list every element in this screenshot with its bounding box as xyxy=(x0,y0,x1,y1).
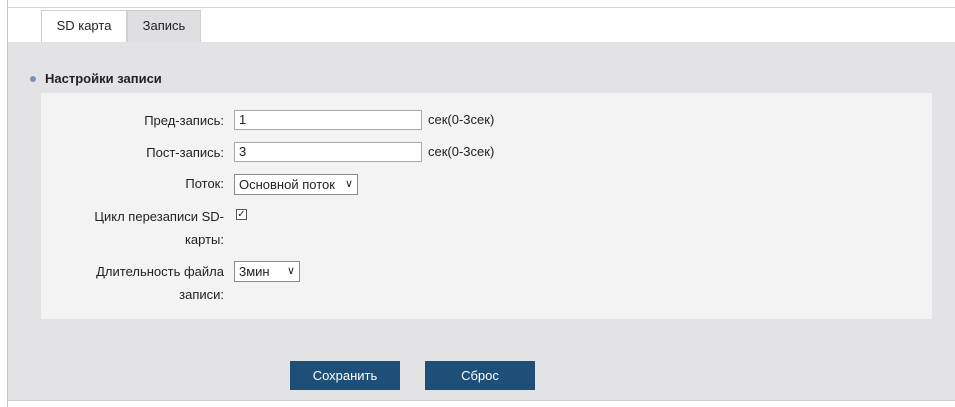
frame-top-border xyxy=(7,7,955,8)
reset-button[interactable]: Сброс xyxy=(425,361,535,390)
stream-select-value: Основной поток xyxy=(239,177,335,192)
chevron-down-icon: ∨ xyxy=(344,178,353,190)
file-length-label-line2: записи: xyxy=(179,287,224,302)
file-length-select-value: 3мин xyxy=(239,264,270,279)
post-record-unit: сек(0-3сек) xyxy=(428,144,495,159)
overwrite-checkbox[interactable]: ✓ xyxy=(236,209,247,220)
pre-record-label: Пред-запись: xyxy=(144,113,224,128)
pre-record-input[interactable]: 1 xyxy=(234,110,422,130)
bottom-divider xyxy=(7,400,955,401)
file-length-select[interactable]: 3мин ∨ xyxy=(234,261,300,282)
tab-sd-card[interactable]: SD карта xyxy=(41,10,127,42)
overwrite-label-line2: карты: xyxy=(184,232,224,247)
file-length-label-line1: Длительность файла xyxy=(96,264,224,279)
chevron-down-icon: ∨ xyxy=(286,265,295,277)
overwrite-label-line1: Цикл перезаписи SD- xyxy=(94,209,224,224)
pre-record-unit: сек(0-3сек) xyxy=(428,112,495,127)
tab-record[interactable]: Запись xyxy=(127,10,201,42)
post-record-input[interactable]: 3 xyxy=(234,142,422,162)
stream-label: Поток: xyxy=(185,176,224,191)
section-bullet-icon xyxy=(30,76,36,82)
stream-select[interactable]: Основной поток ∨ xyxy=(234,174,358,195)
save-button[interactable]: Сохранить xyxy=(290,361,400,390)
post-record-label: Пост-запись: xyxy=(146,145,224,160)
section-title: Настройки записи xyxy=(45,71,162,86)
